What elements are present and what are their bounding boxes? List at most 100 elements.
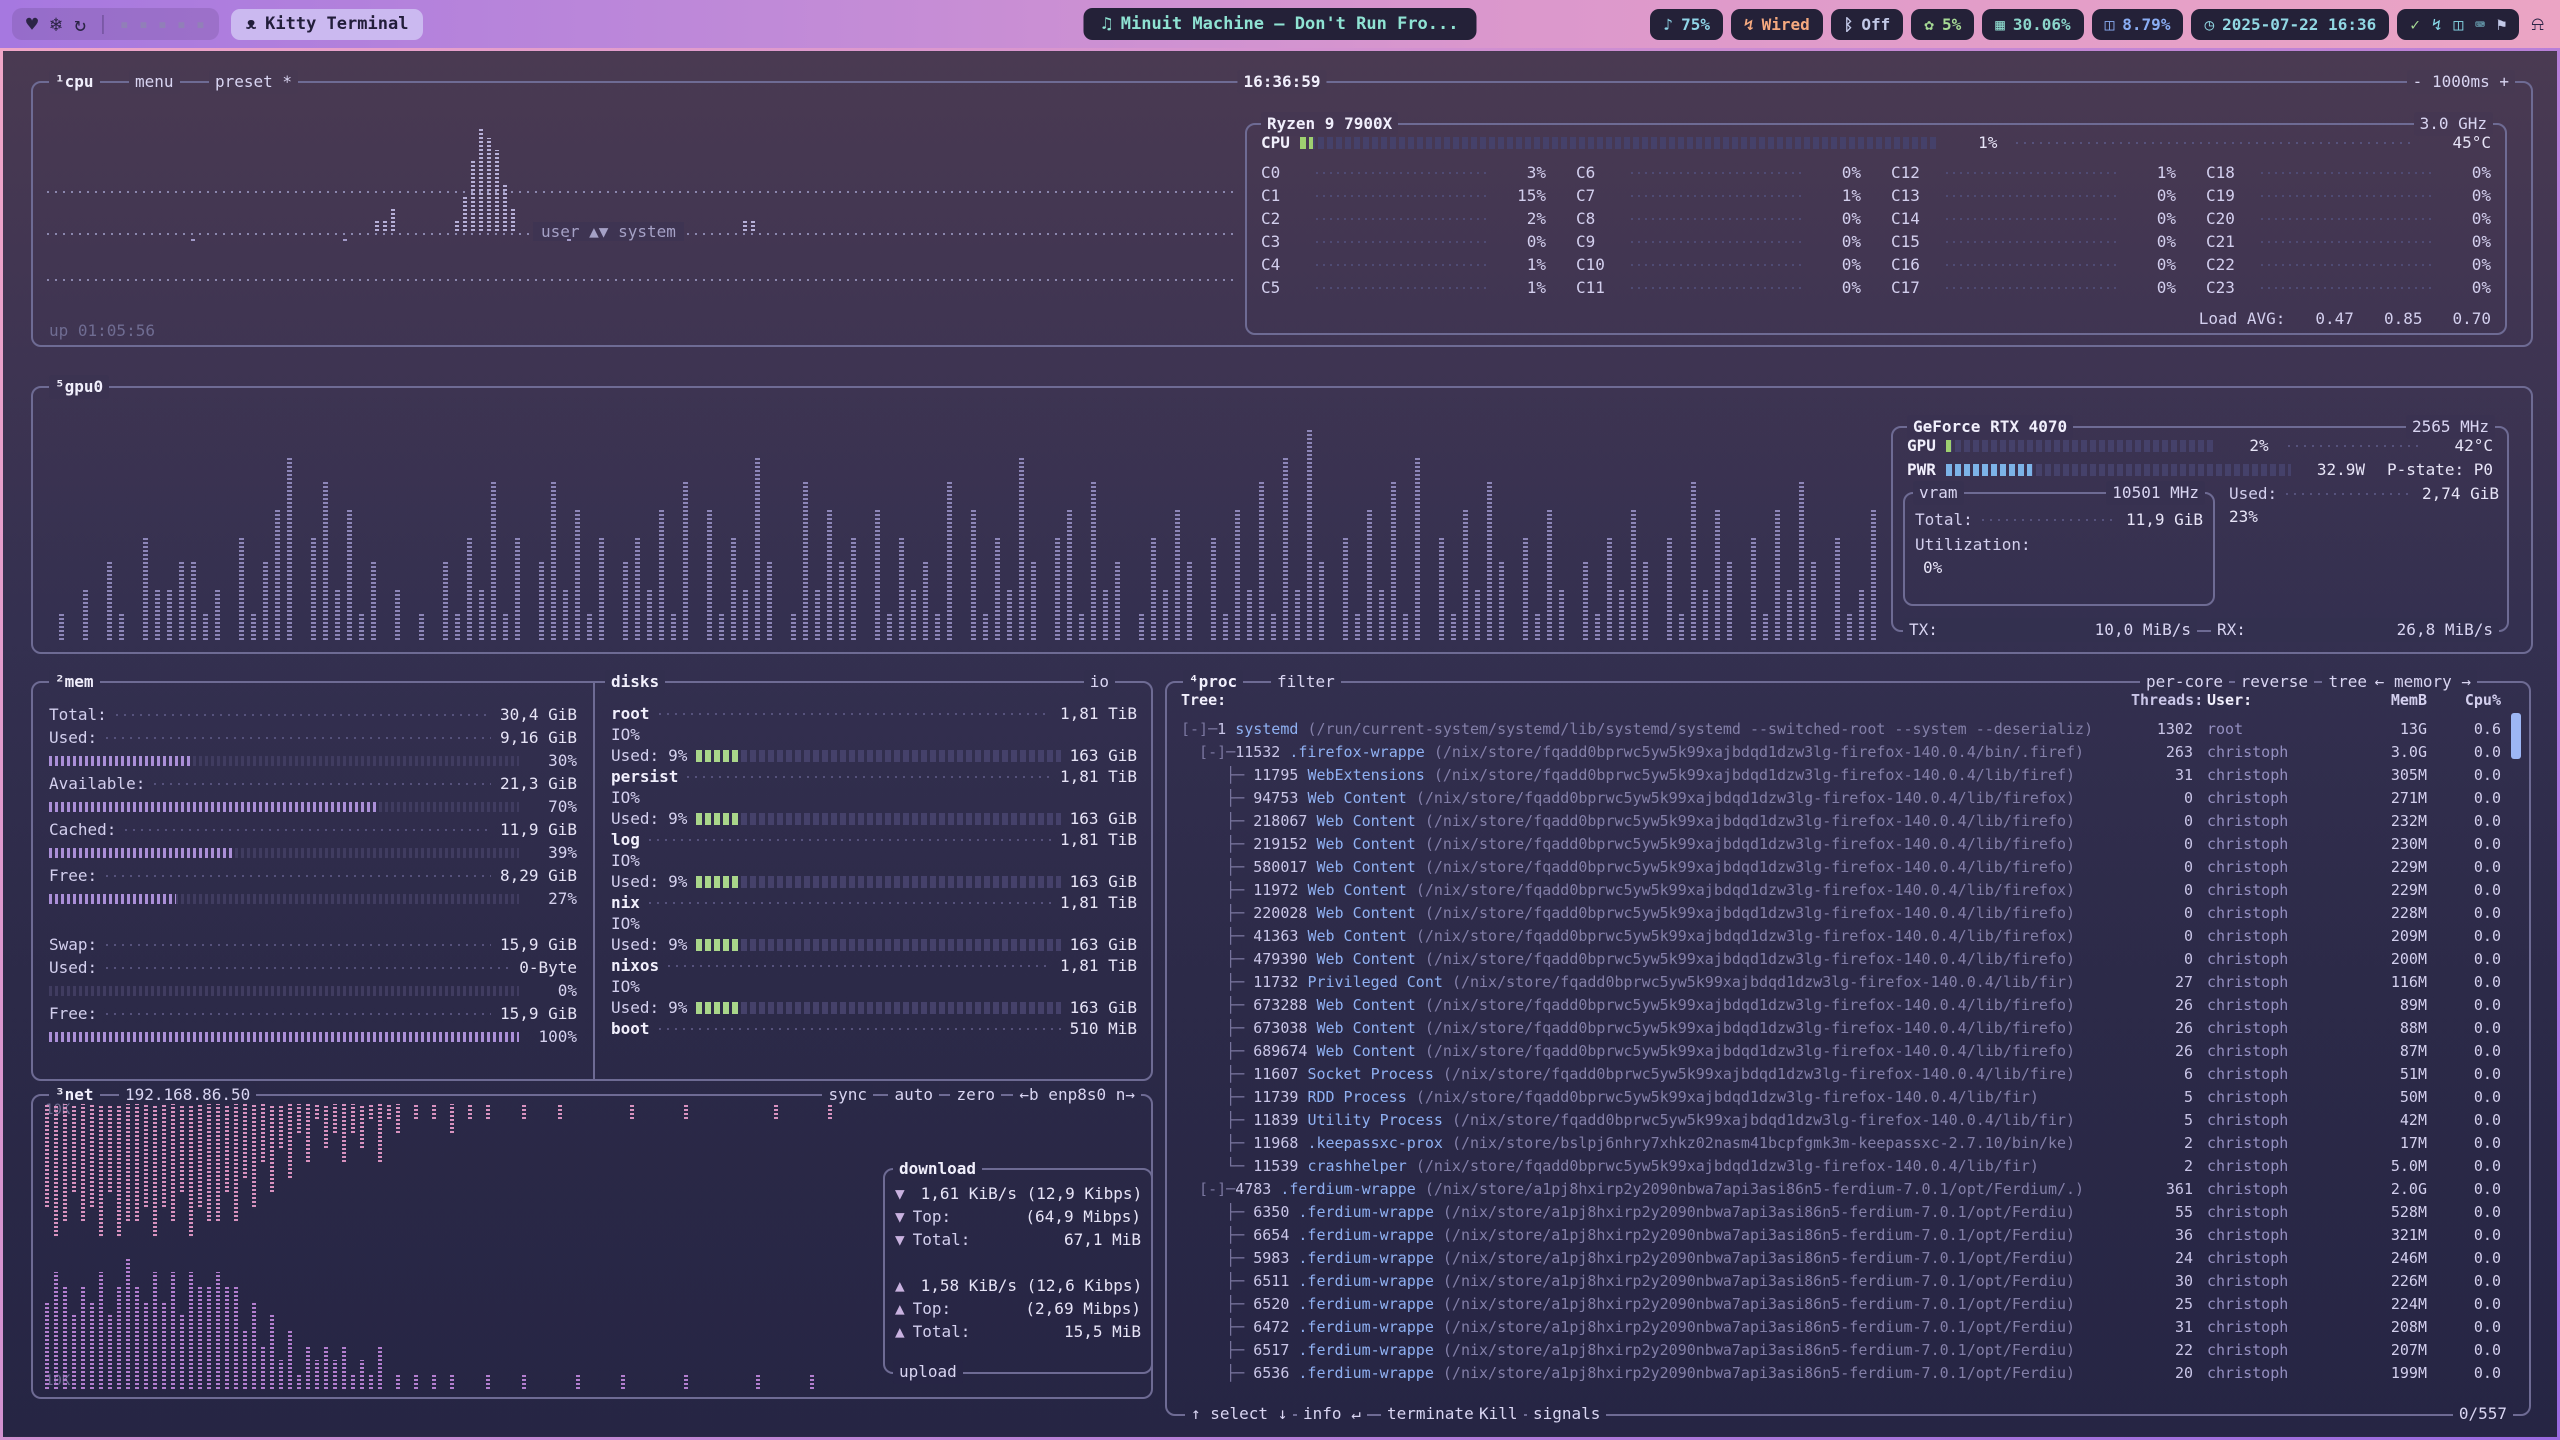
launcher-icon-1[interactable]: ♥ — [26, 12, 38, 36]
mem-box-label: ²mem — [49, 670, 100, 694]
mem-disks-divider — [593, 683, 595, 1079]
launcher-icon-3[interactable]: ↻ — [74, 12, 86, 36]
status-network[interactable]: ↯Wired — [1731, 9, 1823, 40]
process-row[interactable]: [-]─11532 .firefox-wrappe (/nix/store/fq… — [1181, 740, 2501, 763]
process-row[interactable]: ├─ 11732 Privileged Cont (/nix/store/fqa… — [1181, 970, 2501, 993]
process-cmdline: (/nix/store/a1pj8hxirp2y2090nbwa7api3asi… — [1443, 1295, 2075, 1313]
link-icon[interactable]: ↯ — [2432, 15, 2442, 34]
process-row[interactable]: [-]─1 systemd (/run/current-system/syste… — [1181, 717, 2501, 740]
cpu-core-row: C110% — [1576, 276, 1861, 299]
process-row[interactable]: ├─ 673288 Web Content (/nix/store/fqadd0… — [1181, 993, 2501, 1016]
status-disk-usage[interactable]: ◫8.79% — [2092, 9, 2184, 40]
process-row[interactable]: ├─ 11839 Utility Process (/nix/store/fqa… — [1181, 1108, 2501, 1131]
update-interval-control[interactable]: - 1000ms + — [2407, 70, 2515, 94]
process-row[interactable]: ├─ 6536 .ferdium-wrappe (/nix/store/a1pj… — [1181, 1361, 2501, 1384]
process-row[interactable]: ├─ 220028 Web Content (/nix/store/fqadd0… — [1181, 901, 2501, 924]
cpu-core-row: C150% — [1891, 230, 2176, 253]
display-icon[interactable]: ◫ — [2454, 15, 2464, 34]
process-row[interactable]: ├─ 580017 Web Content (/nix/store/fqadd0… — [1181, 855, 2501, 878]
proc-select-control[interactable]: ↑ select ↓ — [1185, 1402, 1293, 1426]
core-meter — [1946, 241, 2117, 243]
process-threads: 2 — [2131, 1134, 2193, 1152]
workspace-icon-4[interactable]: ▪ — [177, 15, 186, 33]
menu-button[interactable]: menu — [129, 70, 180, 94]
process-row[interactable]: ├─ 11972 Web Content (/nix/store/fqadd0b… — [1181, 878, 2501, 901]
process-row[interactable]: ├─ 673038 Web Content (/nix/store/fqadd0… — [1181, 1016, 2501, 1039]
proc-terminate-button[interactable]: terminate — [1381, 1402, 1480, 1426]
process-scrollbar[interactable] — [2511, 713, 2521, 759]
bell-icon[interactable]: ⍾ — [2527, 13, 2548, 35]
process-row[interactable]: └─ 11539 crashhelper (/nix/store/fqadd0b… — [1181, 1154, 2501, 1177]
process-command: ├─ 689674 Web Content (/nix/store/fqadd0… — [1181, 1042, 2131, 1060]
process-row[interactable]: ├─ 218067 Web Content (/nix/store/fqadd0… — [1181, 809, 2501, 832]
process-row[interactable]: ├─ 6350 .ferdium-wrappe (/nix/store/a1pj… — [1181, 1200, 2501, 1223]
process-cpu: 0.0 — [2427, 766, 2501, 784]
net-zero-toggle[interactable]: zero — [950, 1083, 1001, 1107]
process-row[interactable]: ├─ 6511 .ferdium-wrappe (/nix/store/a1pj… — [1181, 1269, 2501, 1292]
uptime-label: up 01:05:56 — [49, 321, 155, 340]
process-row[interactable]: ├─ 5983 .ferdium-wrappe (/nix/store/a1pj… — [1181, 1246, 2501, 1269]
tree-branch: ├─ — [1181, 1341, 1253, 1359]
process-row[interactable]: ├─ 94753 Web Content (/nix/store/fqadd0b… — [1181, 786, 2501, 809]
process-row[interactable]: ├─ 479390 Web Content (/nix/store/fqadd0… — [1181, 947, 2501, 970]
active-window-chip[interactable]: ᴥ Kitty Terminal — [231, 9, 424, 40]
header-tree[interactable]: Tree: — [1181, 691, 2131, 709]
header-mem[interactable]: MemB — [2343, 691, 2427, 709]
rate-value: (2,69 Mibps) — [1025, 1299, 1141, 1318]
leader-dots — [1982, 519, 2117, 521]
process-cmdline: (/nix/store/a1pj8hxirp2y2090nbwa7api3asi… — [1425, 1180, 2084, 1198]
disk-used-label: Used: — [611, 998, 659, 1017]
launcher-area: ♥❄↻ │ ▪▪▪▪▪ — [12, 8, 219, 40]
flag-icon[interactable]: ⚑ — [2497, 15, 2507, 34]
header-threads[interactable]: Threads: — [2131, 691, 2193, 709]
keyboard-icon[interactable]: ⌨ — [2475, 15, 2485, 34]
net-auto-toggle[interactable]: auto — [888, 1083, 939, 1107]
status-memory-usage[interactable]: ▦30.06% — [1982, 9, 2083, 40]
mem-stat-label: Used: — [49, 958, 97, 977]
workspace-icon-5[interactable]: ▪ — [196, 15, 205, 33]
load-avg-1m: 0.47 — [2315, 309, 2354, 328]
process-row[interactable]: ├─ 11739 RDD Process (/nix/store/fqadd0b… — [1181, 1085, 2501, 1108]
proc-info-button[interactable]: info ↵ — [1297, 1402, 1367, 1426]
status-bluetooth[interactable]: ᛒOff — [1831, 9, 1904, 40]
process-row[interactable]: ├─ 11607 Socket Process (/nix/store/fqad… — [1181, 1062, 2501, 1085]
process-row[interactable]: ├─ 11968 .keepassxc-prox (/nix/store/bsl… — [1181, 1131, 2501, 1154]
workspace-icon-1[interactable]: ▪ — [120, 15, 129, 33]
process-row[interactable]: ├─ 689674 Web Content (/nix/store/fqadd0… — [1181, 1039, 2501, 1062]
header-cpu[interactable]: Cpu% — [2427, 691, 2501, 709]
process-name: Web Content — [1316, 904, 1424, 922]
process-row[interactable]: ├─ 6520 .ferdium-wrappe (/nix/store/a1pj… — [1181, 1292, 2501, 1315]
net-interface-selector[interactable]: ←b enp8s0 n→ — [1013, 1083, 1141, 1107]
process-row[interactable]: ├─ 6517 .ferdium-wrappe (/nix/store/a1pj… — [1181, 1338, 2501, 1361]
proc-signals-button[interactable]: signals — [1527, 1402, 1606, 1426]
workspace-icon-2[interactable]: ▪ — [139, 15, 148, 33]
preset-button[interactable]: preset * — [209, 70, 298, 94]
proc-kill-button[interactable]: Kill — [1473, 1402, 1524, 1426]
process-row[interactable]: ├─ 219152 Web Content (/nix/store/fqadd0… — [1181, 832, 2501, 855]
status-volume[interactable]: ♪75% — [1650, 9, 1723, 40]
process-cpu: 0.0 — [2427, 973, 2501, 991]
status-cpu-usage[interactable]: ✿5% — [1911, 9, 1974, 40]
status-clock[interactable]: ◷2025-07-22 16:36 — [2191, 9, 2389, 40]
process-row[interactable]: [-]─4783 .ferdium-wrappe (/nix/store/a1p… — [1181, 1177, 2501, 1200]
header-user[interactable]: User: — [2193, 691, 2343, 709]
disk-used-label: Used: — [611, 872, 659, 891]
process-row[interactable]: ├─ 6654 .ferdium-wrappe (/nix/store/a1pj… — [1181, 1223, 2501, 1246]
core-meter — [1631, 195, 1802, 197]
status-value: 2025-07-22 16:36 — [2222, 15, 2376, 34]
process-row[interactable]: ├─ 11795 WebExtensions (/nix/store/fqadd… — [1181, 763, 2501, 786]
cpu-core-row: C210% — [2206, 230, 2491, 253]
core-pct: 0% — [1811, 255, 1861, 274]
process-cpu: 0.0 — [2427, 835, 2501, 853]
core-meter — [1631, 287, 1802, 289]
process-row[interactable]: ├─ 6472 .ferdium-wrappe (/nix/store/a1pj… — [1181, 1315, 2501, 1338]
disks-io-toggle[interactable]: io — [1084, 670, 1115, 694]
workspace-icon-3[interactable]: ▪ — [158, 15, 167, 33]
launcher-icon-2[interactable]: ❄ — [50, 12, 62, 36]
now-playing-chip[interactable]: ♫ Minuit Machine – Don't Run Fro... — [1083, 8, 1476, 40]
process-panel: ⁴proc filter per-core reverse tree ← mem… — [1165, 681, 2531, 1416]
check-icon[interactable]: ✓ — [2410, 15, 2420, 34]
process-threads: 26 — [2131, 1019, 2193, 1037]
process-row[interactable]: ├─ 41363 Web Content (/nix/store/fqadd0b… — [1181, 924, 2501, 947]
core-name: C5 — [1261, 278, 1307, 297]
